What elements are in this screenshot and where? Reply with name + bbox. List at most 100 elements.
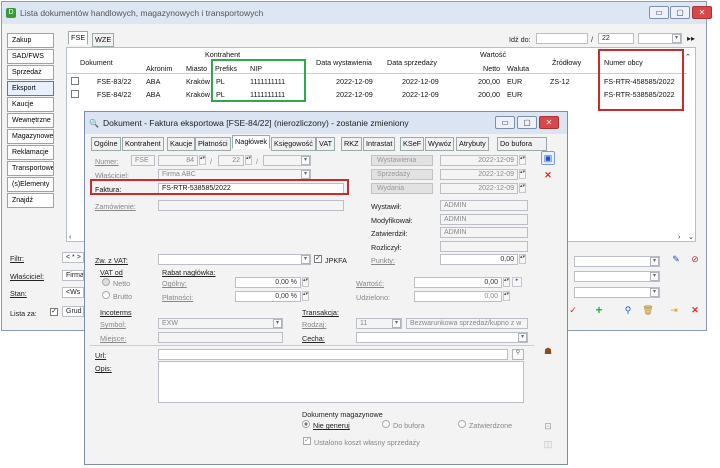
dialog-maximize-button[interactable]: ▢ [517,116,537,129]
cecha-field[interactable] [356,332,528,343]
right-filter-dropdown-2[interactable]: ▾ [650,272,659,281]
udzielono-spin[interactable]: ▴▾ [503,291,510,301]
netto-radio[interactable] [102,278,110,286]
close-list-icon[interactable]: ✕ [688,304,702,318]
tab-kaucje[interactable]: Kaucje [167,137,196,151]
sidebar-item-znajdz[interactable]: Znajdź [7,193,54,208]
goto-dropdown[interactable]: ▾ [672,34,681,43]
clear-filter-icon[interactable]: ⊘ [688,253,702,267]
sidebar-item-transportowe[interactable]: Transportowe [7,161,54,176]
right-filter-combo-3[interactable] [574,287,660,298]
platnosci-spin[interactable]: ▴▾ [302,291,309,301]
confirm-icon[interactable]: ✓ [566,304,580,318]
tab-vat[interactable]: VAT [316,137,336,151]
sidebar-item-reklamacje[interactable]: Reklamacje [7,145,54,160]
sidebar-item-magazynowe[interactable]: Magazynowe [7,129,54,144]
symbol-dropdown[interactable]: ▾ [273,319,282,328]
col-data-sprzedazy[interactable]: Data sprzedaży [387,58,437,67]
ogolny-field[interactable]: 0,00 % [235,277,301,288]
info-icon[interactable]: ◫ [541,438,555,452]
cancel-icon[interactable]: ✕ [541,169,555,183]
col-miasto[interactable]: Miasto [186,64,207,73]
numer-seria-dropdown[interactable]: ▾ [301,156,310,165]
tab-platnosci[interactable]: Płatności [195,137,231,151]
tab-atrybuty[interactable]: Atrybuty [456,137,489,151]
tab-rkz[interactable]: RKZ [341,137,362,151]
zamowienie-field[interactable] [158,200,344,211]
data-wystawienia-field[interactable]: 2022-12-09 [440,155,518,166]
tab-intrastat[interactable]: Intrastat [363,137,396,151]
delete-icon[interactable]: 🗑 [641,304,655,318]
maximize-button[interactable]: ▢ [670,6,690,19]
stan-field[interactable]: <Ws [62,287,84,298]
scroll-right-icon[interactable]: › [678,232,680,241]
tab-fse[interactable]: FSE [68,31,89,45]
row-checkbox[interactable] [71,77,79,85]
tab-kontrahent[interactable]: Kontrahent [122,137,164,151]
scroll-down-icon[interactable]: ⌄ [688,232,694,241]
sidebar-item-elementy[interactable]: (s)Elementy [7,177,54,192]
wartosc-calc[interactable]: ▸ [512,277,522,287]
numer-spin[interactable]: ▴▾ [199,155,206,165]
add-icon[interactable]: + [592,304,606,318]
sidebar-item-kaucje[interactable]: Kaucje [7,97,54,112]
sidebar-item-sprzedaz[interactable]: Sprzedaż [7,65,54,80]
date1-spin[interactable]: ▴▾ [519,155,526,165]
do-bufora-radio[interactable] [382,420,390,428]
scroll-up-icon[interactable]: ⌃ [685,52,691,61]
jpkfa-checkbox[interactable]: ✓ [314,255,322,263]
col-akronim[interactable]: Akronim [146,64,172,73]
nie-generuj-radio[interactable] [302,420,310,428]
col-zrodlowy[interactable]: Źródłowy [552,58,581,67]
zw-z-vat-dropdown[interactable]: ▾ [301,255,310,264]
lista-za-field[interactable]: Grud [62,306,84,317]
col-netto[interactable]: Netto [483,64,500,73]
filtr-field[interactable]: < * > [62,252,84,263]
cecha-dropdown[interactable]: ▾ [518,333,527,342]
goto-year[interactable]: 22 [598,33,634,44]
numer-rok-field[interactable]: 22 [218,155,244,166]
sidebar-item-zakup[interactable]: Zakup [7,33,54,48]
attachment-icon[interactable]: ☗ [541,345,555,359]
tab-ksef[interactable]: KSeF [400,137,425,151]
goto-forward-icon[interactable]: ▸▸ [687,34,695,43]
wystawienia-button[interactable]: Wystawienia [371,155,433,166]
tab-do-bufora[interactable]: Do bufora [497,137,547,151]
col-waluta[interactable]: Waluta [507,64,529,73]
export-icon[interactable]: ⇥ [667,304,681,318]
search-icon[interactable]: ⚲ [621,304,635,318]
wartosc-spin[interactable]: ▴▾ [503,277,510,287]
punkty-spin[interactable]: ▴▾ [519,254,526,264]
data-wydania-field[interactable]: 2022-12-09 [440,183,518,194]
tab-ogolne[interactable]: Ogólne [91,137,121,151]
symbol-field[interactable]: EXW [158,318,283,329]
close-button[interactable]: ✕ [692,6,712,19]
pencil-icon[interactable]: ✎ [669,253,683,267]
date2-spin[interactable]: ▴▾ [519,169,526,179]
lock-icon[interactable]: ⊡ [541,420,555,434]
platnosci-field[interactable]: 0,00 % [235,291,301,302]
opis-field[interactable] [158,361,524,403]
wydania-button[interactable]: Wydania [371,183,433,194]
miejsce-field[interactable] [158,332,283,343]
lista-za-checkbox[interactable]: ✓ [50,308,58,316]
rok-spin[interactable]: ▴▾ [245,155,252,165]
wartosc-field[interactable]: 0,00 [414,277,502,288]
wlasciciel-dropdown[interactable]: ▾ [301,170,310,179]
minimize-button[interactable]: ▭ [649,6,669,19]
rodzaj-dropdown[interactable]: ▾ [392,319,401,328]
numer-nr-field[interactable]: 84 [158,155,198,166]
col-dokument[interactable]: Dokument [80,58,113,67]
zatwierdzone-radio[interactable] [458,420,466,428]
date3-spin[interactable]: ▴▾ [519,183,526,193]
right-filter-combo-2[interactable] [574,271,660,282]
zw-z-vat-field[interactable] [158,254,311,265]
tab-ksiegowosc[interactable]: Księgowość [271,137,316,151]
sprzedazy-button[interactable]: Sprzedaży [371,169,433,180]
col-wartosc[interactable]: Wartość [480,50,506,59]
right-filter-combo-1[interactable] [574,256,660,267]
col-data-wystawienia[interactable]: Data wystawienia [316,58,372,67]
wlasciciel-field[interactable]: Firma [62,270,84,281]
row-dokument[interactable]: FSE-83/22 [97,77,131,86]
row-checkbox[interactable] [71,90,79,98]
